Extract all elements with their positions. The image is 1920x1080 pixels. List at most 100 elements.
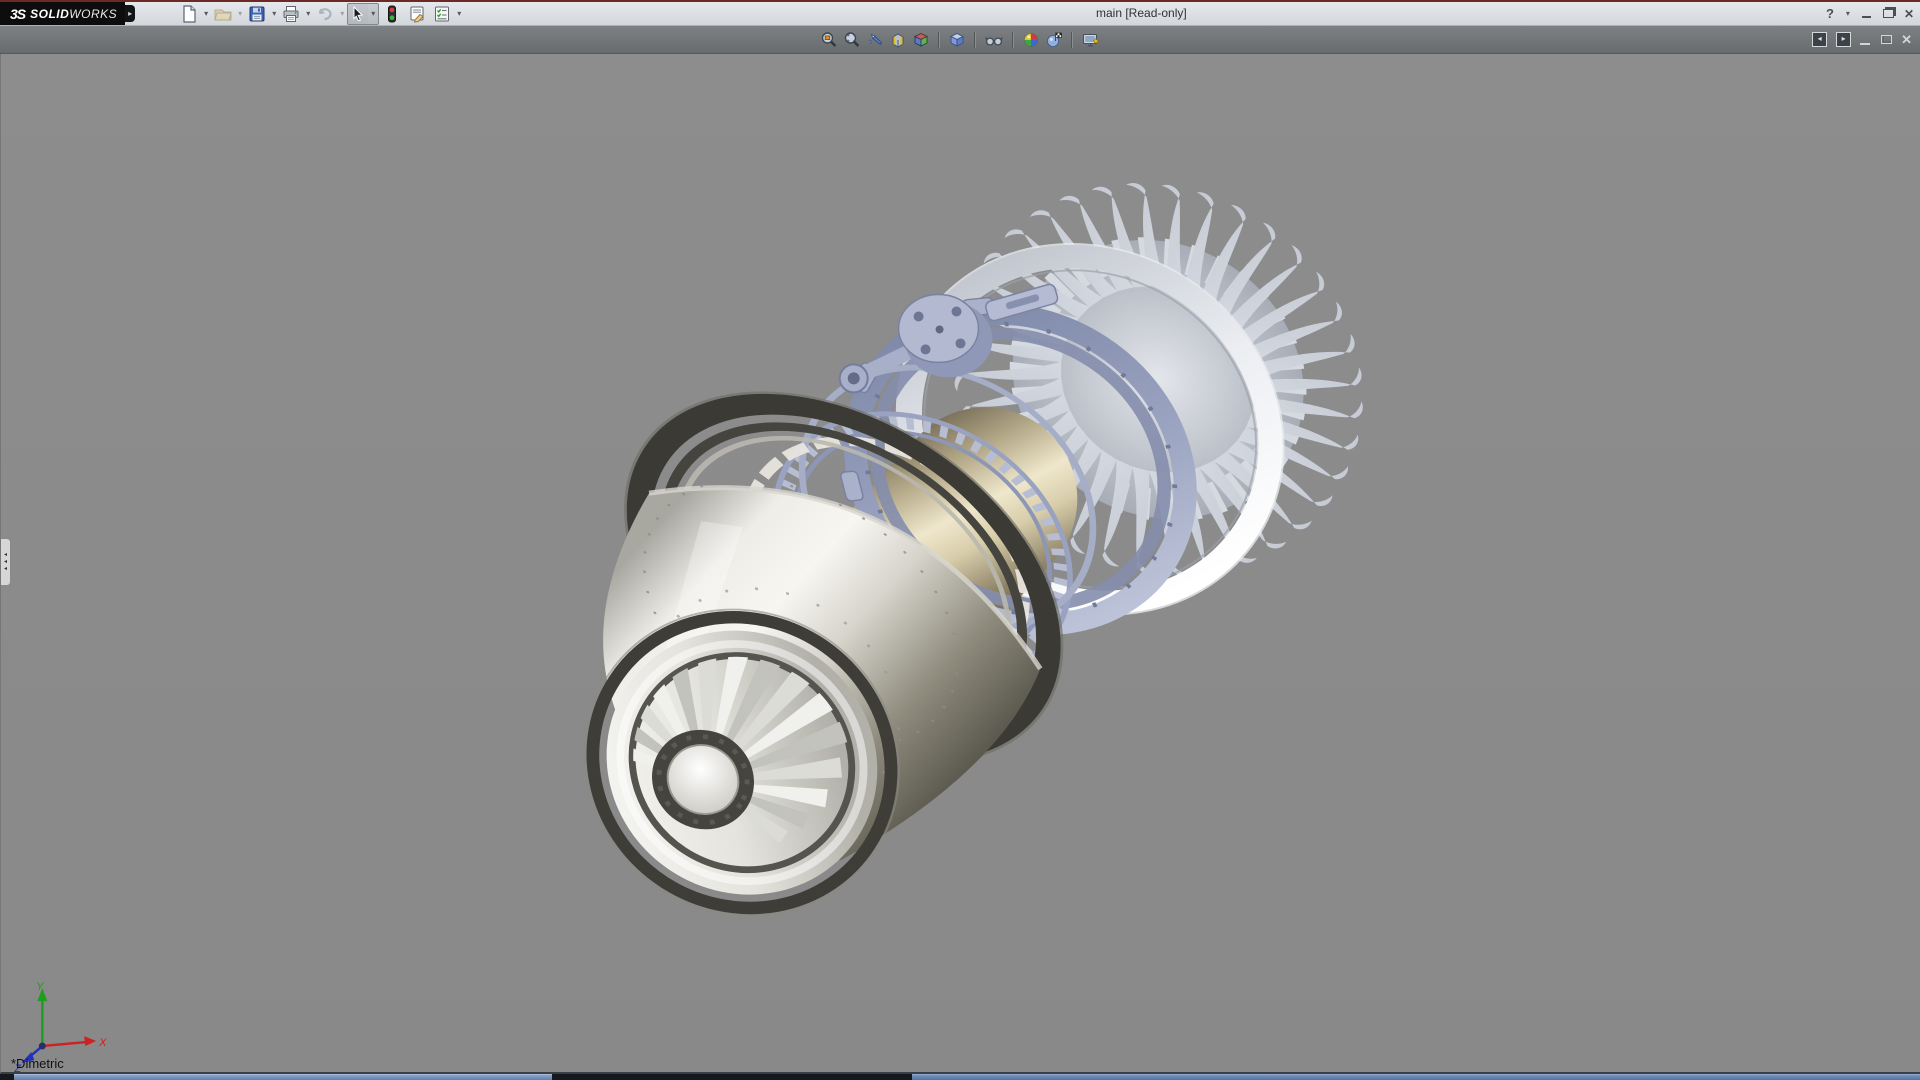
close-button[interactable]: ✕ <box>1904 7 1914 21</box>
riveted-band <box>701 391 1070 735</box>
engine-core-drum <box>909 499 986 583</box>
triad-x-label: X <box>98 1037 107 1049</box>
doc-restore-button[interactable] <box>1881 35 1892 44</box>
zoom-to-fit-icon <box>820 31 838 49</box>
undo-caret[interactable]: ▾ <box>338 9 346 18</box>
select-caret[interactable]: ▾ <box>368 9 378 18</box>
viewport-topbar: ◂ ▸ ✕ <box>0 26 1920 54</box>
brand-bold: SOLID <box>30 7 69 21</box>
headsup-view-toolbar <box>819 30 1101 50</box>
view-orientation-icon <box>912 31 930 49</box>
feature-manager-collapsed-tab[interactable]: ◂ ◂ ◂ <box>1 538 11 586</box>
plumbing-and-brackets <box>752 283 1143 685</box>
view-settings-icon <box>1081 31 1100 49</box>
undo-icon <box>315 4 335 24</box>
new-document-icon <box>179 4 199 24</box>
pane-left-icon: ◂ <box>1818 34 1822 43</box>
turbine-flutes <box>618 627 848 843</box>
hud-separator <box>1012 32 1014 48</box>
stator-ring <box>725 360 1120 733</box>
save-caret[interactable]: ▾ <box>270 9 278 18</box>
collapse-icon: ◂ <box>4 559 7 565</box>
solidworks-logo-mark: 3S <box>10 6 25 22</box>
options-button[interactable] <box>430 2 454 26</box>
previous-view-button[interactable] <box>865 30 885 50</box>
zoom-to-fit-button[interactable] <box>819 30 839 50</box>
display-style-icon <box>948 31 966 49</box>
undo-button[interactable] <box>313 2 337 26</box>
hud-separator <box>938 32 940 48</box>
select-tool-group: ▾ <box>347 3 379 25</box>
titlebar: 3S SOLID WORKS ▸ ▾ ▾ <box>0 2 1920 26</box>
taskbar-button[interactable] <box>912 1074 1920 1080</box>
eyeglasses-icon <box>984 31 1004 49</box>
taskbar-sliver <box>0 1074 1920 1080</box>
standard-toolbar: ▾ ▾ ▾ <box>177 2 463 26</box>
triad-y-label: Y <box>36 981 44 993</box>
doc-minimize-button[interactable] <box>1860 43 1870 45</box>
nozzle-rim <box>526 550 957 976</box>
hub <box>633 710 773 848</box>
restore-button[interactable] <box>1883 9 1894 18</box>
model-viewport[interactable]: Y X Z ◂ ◂ ◂ *Dimetric <box>0 54 1920 1074</box>
doc-close-button[interactable]: ✕ <box>1901 32 1912 48</box>
open-caret[interactable]: ▾ <box>236 9 244 18</box>
fan-blades <box>876 104 1440 655</box>
stoplight-icon <box>382 4 402 24</box>
collapse-icon: ◂ <box>4 566 7 572</box>
print-icon <box>281 4 301 24</box>
jet-engine-model: Y X Z <box>1 54 1920 1072</box>
fan-assembly <box>876 104 1440 655</box>
display-style-button[interactable] <box>947 30 967 50</box>
print-button[interactable] <box>279 2 303 26</box>
open-button[interactable] <box>211 2 235 26</box>
apply-scene-button[interactable] <box>1044 30 1064 50</box>
file-properties-icon <box>407 4 427 24</box>
edit-appearance-button[interactable] <box>1021 30 1041 50</box>
help-caret[interactable]: ▾ <box>1844 9 1852 18</box>
pane-toggle-left[interactable]: ◂ <box>1812 32 1827 47</box>
collapse-icon: ◂ <box>4 552 7 558</box>
options-caret[interactable]: ▾ <box>455 9 463 18</box>
menu-expand-button[interactable]: ▸ <box>125 5 135 22</box>
compressor-casing <box>780 242 1244 687</box>
pane-right-icon: ▸ <box>1842 34 1846 43</box>
document-title: main [Read-only] <box>1096 2 1187 25</box>
print-caret[interactable]: ▾ <box>304 9 312 18</box>
minimize-button[interactable] <box>1862 16 1871 18</box>
solidworks-logo: 3S SOLID WORKS <box>0 2 125 25</box>
section-view-icon <box>889 31 907 49</box>
new-caret[interactable]: ▾ <box>202 9 210 18</box>
help-button[interactable]: ? <box>1826 6 1834 21</box>
view-orientation-button[interactable] <box>911 30 931 50</box>
inlet-ring <box>557 316 1130 840</box>
window-controls: ? ▾ ✕ <box>1826 2 1914 25</box>
view-orientation-label: *Dimetric <box>11 1056 64 1071</box>
save-icon <box>247 4 267 24</box>
pane-toggle-right[interactable]: ▸ <box>1836 32 1851 47</box>
file-properties-button[interactable] <box>405 2 429 26</box>
appearance-sphere-icon <box>1022 31 1040 49</box>
options-checklist-icon <box>432 4 452 24</box>
select-button[interactable] <box>348 4 368 24</box>
expand-icon: ▸ <box>128 9 132 18</box>
fan-shroud-ring <box>826 171 1354 687</box>
open-icon <box>213 4 233 24</box>
previous-view-icon <box>866 31 884 49</box>
hud-separator <box>974 32 976 48</box>
zoom-to-area-icon <box>843 31 861 49</box>
taskbar-button[interactable] <box>14 1074 552 1080</box>
section-view-button[interactable] <box>888 30 908 50</box>
apply-scene-icon <box>1045 31 1063 49</box>
new-document-button[interactable] <box>177 2 201 26</box>
select-cursor-icon <box>349 5 367 23</box>
exhaust-cone <box>595 424 1040 860</box>
hide-show-items-button[interactable] <box>983 30 1005 50</box>
rebuild-button[interactable] <box>380 2 404 26</box>
hud-separator <box>1071 32 1073 48</box>
document-window-controls: ◂ ▸ ✕ <box>1812 26 1912 53</box>
brand-light: WORKS <box>69 7 117 21</box>
zoom-to-area-button[interactable] <box>842 30 862 50</box>
save-button[interactable] <box>245 2 269 26</box>
view-settings-button[interactable] <box>1080 30 1101 50</box>
